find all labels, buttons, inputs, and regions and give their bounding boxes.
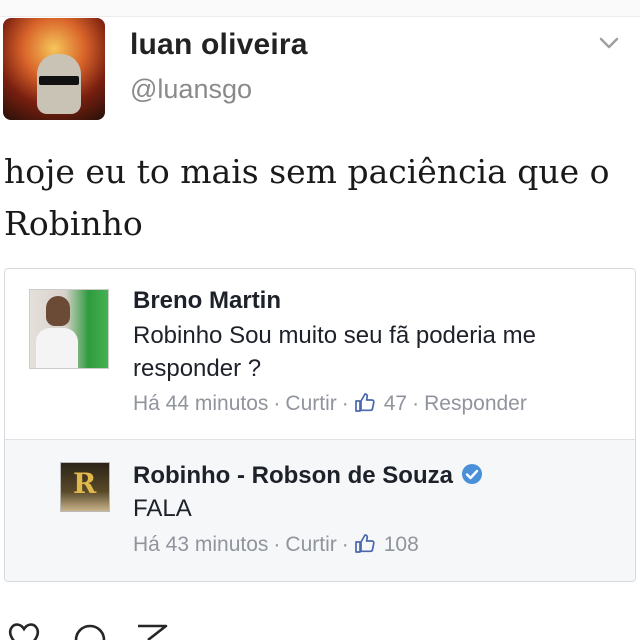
separator-dot: · <box>412 392 420 415</box>
comment-icon[interactable] <box>72 620 108 640</box>
thumbs-up-icon[interactable] <box>354 532 376 554</box>
embedded-comments-card: Breno Martin Robinho Sou muito seu fã po… <box>4 268 636 582</box>
share-icon[interactable] <box>134 620 170 640</box>
reply-item: R Robinho - Robson de Souza FALA Há 43 m… <box>5 440 635 581</box>
thumbs-up-icon[interactable] <box>354 391 376 413</box>
separator-dot: · <box>341 392 349 415</box>
like-link[interactable]: Curtir <box>285 533 336 556</box>
like-link[interactable]: Curtir <box>285 392 336 415</box>
replier-avatar[interactable]: R <box>60 462 110 512</box>
comment-item: Breno Martin Robinho Sou muito seu fã po… <box>5 269 635 440</box>
tweet-text: hoje eu to mais sem paciência que o Robi… <box>4 152 610 243</box>
user-handle[interactable]: @luansgo <box>130 74 252 105</box>
top-divider <box>0 0 640 17</box>
separator-dot: · <box>273 533 281 556</box>
verified-badge-icon <box>461 464 482 484</box>
replier-name-row: Robinho - Robson de Souza <box>133 462 483 490</box>
avatar-sunglasses <box>39 76 79 85</box>
reply-meta: Há 43 minutos · Curtir · 108 <box>133 532 419 557</box>
replier-name[interactable]: Robinho - Robson de Souza <box>133 462 453 489</box>
avatar-head <box>46 296 70 326</box>
comment-text: Robinho Sou muito seu fã poderia me resp… <box>133 322 536 382</box>
chevron-down-icon[interactable] <box>596 30 622 56</box>
heart-icon[interactable] <box>6 620 42 640</box>
comment-meta: Há 44 minutos · Curtir · 47 · Responder <box>133 391 527 416</box>
replier-logo-mark: R <box>73 467 97 500</box>
action-bar <box>0 620 640 640</box>
display-name[interactable]: luan oliveira <box>130 28 308 62</box>
commenter-avatar[interactable] <box>29 289 109 369</box>
like-count: 108 <box>383 533 419 556</box>
reply-time[interactable]: Há 43 minutos <box>133 533 268 556</box>
comment-time[interactable]: Há 44 minutos <box>133 392 268 415</box>
commenter-name[interactable]: Breno Martin <box>133 287 281 315</box>
reply-text: FALA <box>133 495 192 522</box>
like-count: 47 <box>383 392 408 415</box>
separator-dot: · <box>341 533 349 556</box>
separator-dot: · <box>273 392 281 415</box>
profile-avatar[interactable] <box>3 18 105 120</box>
reply-link[interactable]: Responder <box>424 392 527 415</box>
avatar-shirt <box>36 328 78 368</box>
